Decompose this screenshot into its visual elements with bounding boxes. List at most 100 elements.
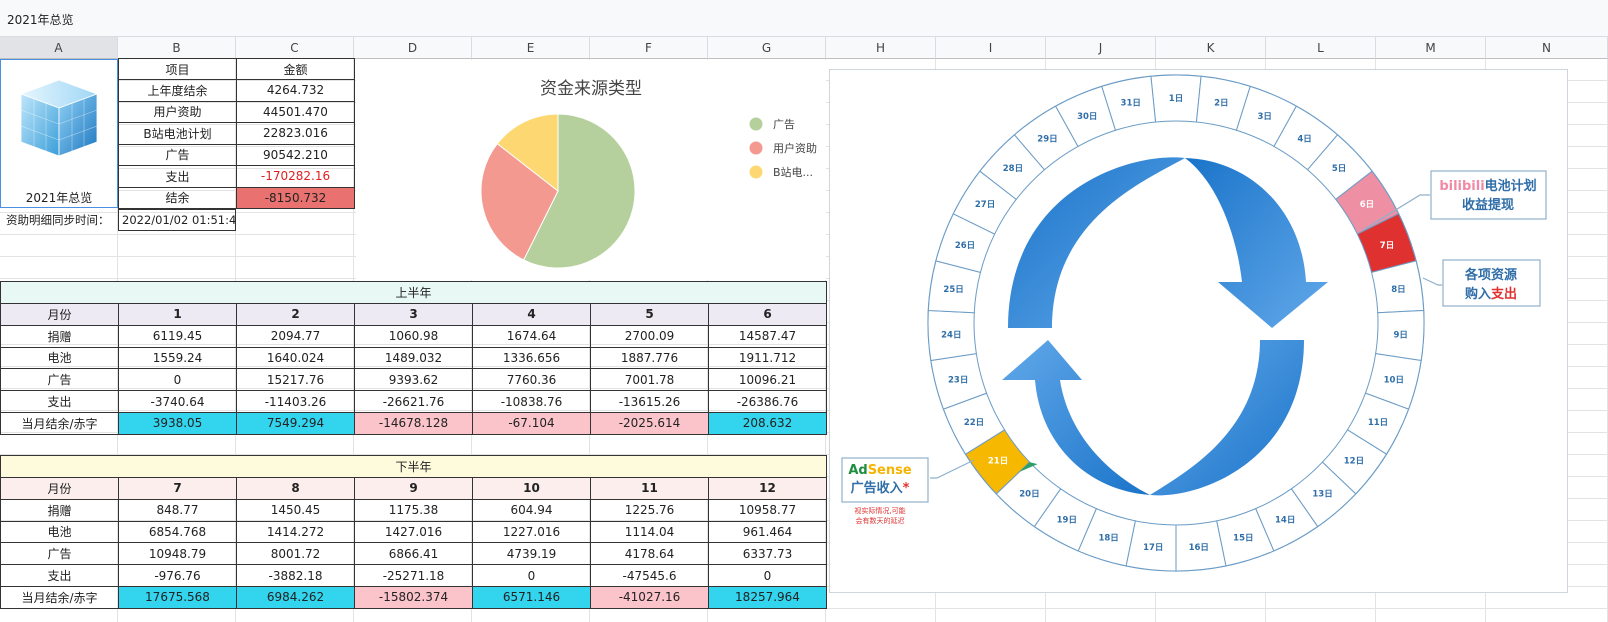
balance-cell[interactable]: 7549.294 [236,412,355,435]
calendar-day-label: 11日 [1368,418,1388,428]
table-cell[interactable]: 1427.016 [354,520,473,544]
table-cell[interactable]: 9393.62 [354,368,473,392]
column-header-j[interactable]: J [1046,37,1156,59]
sync-time[interactable]: 2022/01/02 01:51:43 [118,209,236,231]
table-cell[interactable]: 1559.24 [118,346,237,370]
balance-cell[interactable]: -41027.16 [590,586,709,609]
column-header-e[interactable]: E [472,37,590,59]
column-header-f[interactable]: F [590,37,708,59]
table-cell[interactable]: 1489.032 [354,346,473,370]
table-cell[interactable]: 1674.64 [472,324,591,348]
balance-cell[interactable]: 3938.05 [118,412,237,435]
table-cell[interactable]: 14587.47 [708,324,827,348]
table-cell[interactable]: 4178.64 [590,542,709,566]
summary-header-item: 项目 [118,58,237,80]
table-cell[interactable]: 2700.09 [590,324,709,348]
balance-label: 当月结余/赤字 [0,412,119,435]
table-cell[interactable]: -26386.76 [708,390,827,413]
table-cell[interactable]: 10948.79 [118,542,237,566]
table-cell[interactable]: 7001.78 [590,368,709,392]
column-header-a[interactable]: A [0,37,118,59]
balance-cell[interactable]: 208.632 [708,412,827,435]
table-cell[interactable]: 848.77 [118,498,237,522]
balance-cell[interactable]: 18257.964 [708,586,827,609]
table-cell[interactable]: 7760.36 [472,368,591,392]
table-cell[interactable]: -10838.76 [472,390,591,413]
column-header-d[interactable]: D [354,37,472,59]
table-cell[interactable]: -47545.6 [590,564,709,587]
column-header-l[interactable]: L [1266,37,1376,59]
table-cell[interactable]: 6866.41 [354,542,473,566]
summary-value[interactable]: -170282.16 [236,165,355,188]
table-cell[interactable]: 0 [708,564,827,587]
summary-value[interactable]: 4264.732 [236,79,355,102]
table-cell[interactable]: 10096.21 [708,368,827,392]
column-header-k[interactable]: K [1156,37,1266,59]
column-header-h[interactable]: H [826,37,936,59]
column-header-i[interactable]: I [936,37,1046,59]
table-cell[interactable]: 1414.272 [236,520,355,544]
table-cell[interactable]: 1911.712 [708,346,827,370]
column-header-g[interactable]: G [708,37,826,59]
summary-value[interactable]: 90542.210 [236,143,355,166]
column-header-b[interactable]: B [118,37,236,59]
table-cell[interactable]: 961.464 [708,520,827,544]
table-cell[interactable]: 1450.45 [236,498,355,522]
summary-header-amount: 金额 [236,58,355,80]
table-cell[interactable]: -976.76 [118,564,237,587]
month-header: 8 [236,477,355,500]
summary-value[interactable]: 22823.016 [236,122,355,145]
table-cell[interactable]: 6119.45 [118,324,237,348]
table-cell[interactable]: 6337.73 [708,542,827,566]
logo-cell[interactable]: 2021年总览 [0,59,118,208]
table-cell[interactable]: 1175.38 [354,498,473,522]
table-cell[interactable]: 4739.19 [472,542,591,566]
calendar-day-label: 3日 [1258,112,1272,122]
column-header-n[interactable]: N [1486,37,1608,59]
half-table-title: 下半年 [0,455,827,478]
calendar-day-label: 24日 [941,330,961,340]
summary-label: 支出 [118,165,237,188]
balance-cell[interactable]: -14678.128 [354,412,473,435]
balance-cell[interactable]: -2025.614 [590,412,709,435]
balance-cell[interactable]: -15802.374 [354,586,473,609]
table-cell[interactable]: 2094.77 [236,324,355,348]
table-cell[interactable]: -11403.26 [236,390,355,413]
table-cell[interactable]: 6854.768 [118,520,237,544]
balance-cell[interactable]: 17675.568 [118,586,237,609]
month-header: 1 [118,303,237,326]
summary-value[interactable]: 44501.470 [236,100,355,123]
table-cell[interactable]: -25271.18 [354,564,473,587]
table-cell[interactable]: 1336.656 [472,346,591,370]
summary-value[interactable]: -8150.732 [236,186,355,209]
calendar-day-label: 4日 [1297,134,1311,144]
balance-cell[interactable]: 6571.146 [472,586,591,609]
table-cell[interactable]: 0 [472,564,591,587]
month-header: 10 [472,477,591,500]
table-cell[interactable]: 1225.76 [590,498,709,522]
column-header-c[interactable]: C [236,37,354,59]
callout-ad-line2: 广告收入* [851,480,910,496]
calendar-day-label: 16日 [1189,543,1209,553]
table-cell[interactable]: -13615.26 [590,390,709,413]
table-cell[interactable]: 1114.04 [590,520,709,544]
row-label: 支出 [0,390,119,413]
table-cell[interactable]: -3740.64 [118,390,237,413]
column-header-m[interactable]: M [1376,37,1486,59]
sheet-title-bar: 2021年总览 [0,0,1608,37]
table-cell[interactable]: 1227.016 [472,520,591,544]
table-cell[interactable]: 604.94 [472,498,591,522]
table-cell[interactable]: 10958.77 [708,498,827,522]
table-cell[interactable]: -26621.76 [354,390,473,413]
balance-cell[interactable]: 6984.262 [236,586,355,609]
table-cell[interactable]: 1060.98 [354,324,473,348]
table-cell[interactable]: 8001.72 [236,542,355,566]
table-cell[interactable]: 15217.76 [236,368,355,392]
balance-cell[interactable]: -67.104 [472,412,591,435]
calendar-day-label: 30日 [1077,112,1097,122]
calendar-day-label: 6日 [1360,200,1374,210]
table-cell[interactable]: 0 [118,368,237,392]
table-cell[interactable]: -3882.18 [236,564,355,587]
table-cell[interactable]: 1887.776 [590,346,709,370]
table-cell[interactable]: 1640.024 [236,346,355,370]
